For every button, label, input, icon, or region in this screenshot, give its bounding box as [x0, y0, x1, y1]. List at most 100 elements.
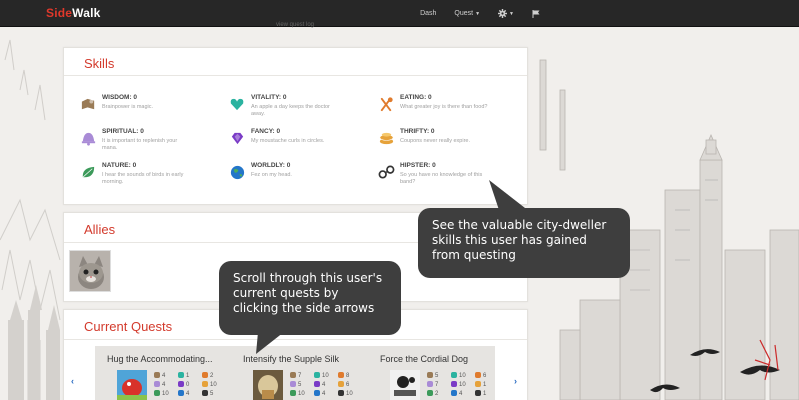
stat-value: 10 [459, 382, 466, 388]
stat-icon [314, 381, 320, 387]
nav-dash-label: Dash [420, 10, 437, 17]
skill-name: WORLDLY: 0 [251, 162, 291, 169]
skill-description: Fez on my head. [251, 172, 292, 178]
skill-name: NATURE: 0 [102, 162, 137, 169]
quest-stat: 4 [154, 381, 165, 388]
quests-title: Current Quests [84, 319, 173, 334]
stat-value: 10 [298, 391, 305, 397]
stat-value: 7 [298, 373, 302, 379]
fork-spoon-icon [380, 97, 393, 112]
stat-icon [178, 372, 184, 378]
nav-quest-dropdown[interactable]: Quest ▼ [445, 0, 489, 27]
skills-panel: Skills WISDOM: 0 Brainpower is magic. VITA… [63, 47, 528, 205]
stat-value: 4 [186, 391, 190, 397]
quest-thumbnail [117, 370, 147, 400]
quest-stat: 10 [154, 390, 169, 397]
quest-card[interactable]: Force the Cordial Dog 5 10 6 7 10 1 2 4 1 [380, 346, 510, 400]
stat-value: 4 [322, 391, 326, 397]
stat-icon [475, 381, 481, 387]
stat-value: 5 [298, 382, 302, 388]
quest-stat: 1 [475, 390, 486, 397]
stat-value: 1 [483, 391, 487, 397]
skill-item: FANCY: 0 My moustache curls in circles. [229, 128, 369, 158]
nav-quest-label: Quest [454, 10, 474, 17]
cat-avatar-icon [70, 251, 110, 291]
stat-icon [451, 390, 457, 396]
skill-item: THRIFTY: 0 Coupons never really expire. [378, 128, 518, 158]
carousel-next-arrow[interactable]: › [514, 376, 517, 386]
carousel-prev-arrow[interactable]: ‹ [71, 376, 74, 386]
quest-stat: 4 [154, 372, 165, 379]
stat-value: 4 [162, 382, 166, 388]
stat-value: 10 [459, 373, 466, 379]
quest-stat: 6 [338, 381, 349, 388]
quest-stat: 1 [178, 372, 189, 379]
skill-name: EATING: 0 [400, 94, 432, 101]
stat-value: 4 [322, 382, 326, 388]
stat-icon [154, 372, 160, 378]
divider [64, 339, 527, 340]
skills-tooltip: See the valuable city-dweller skills thi… [418, 208, 630, 278]
gear-icon [498, 9, 508, 18]
stat-value: 10 [162, 391, 169, 397]
stat-icon [178, 381, 184, 387]
quest-stat: 4 [178, 390, 189, 397]
quest-stat: 2 [202, 372, 213, 379]
quest-log-link[interactable]: view quest log [276, 22, 314, 28]
stat-value: 6 [346, 382, 350, 388]
tooltip-tail [256, 332, 284, 354]
quest-stat: 2 [427, 390, 438, 397]
quest-stat: 7 [427, 381, 438, 388]
settings-dropdown[interactable]: ▼ [489, 0, 523, 27]
stat-icon [338, 390, 344, 396]
stat-icon [475, 390, 481, 396]
quest-title: Intensify the Supple Silk [243, 354, 340, 364]
skills-tooltip-text: See the valuable city-dweller skills thi… [432, 218, 607, 262]
quest-stat: 6 [475, 372, 486, 379]
gem-icon [231, 132, 244, 145]
caret-down-icon: ▼ [509, 10, 514, 17]
stat-icon [290, 390, 296, 396]
stat-value: 10 [346, 391, 353, 397]
stat-icon [290, 372, 296, 378]
quest-title: Hug the Accommodating... [107, 354, 213, 364]
skill-item: WISDOM: 0 Brainpower is magic. [80, 94, 220, 124]
brand-suffix: Walk [72, 6, 101, 20]
quest-stat: 7 [290, 372, 301, 379]
tooltip-tail [489, 180, 525, 210]
quest-card[interactable]: Hug the Accommodating... 4 1 2 4 0 10 10 4 5 [107, 346, 237, 400]
skill-name: VITALITY: 0 [251, 94, 287, 101]
stat-icon [154, 390, 160, 396]
ally-avatar[interactable] [69, 250, 111, 292]
stat-icon [451, 372, 457, 378]
skill-description: Brainpower is magic. [102, 104, 154, 110]
quest-thumbnail [390, 370, 420, 400]
stat-value: 2 [210, 373, 214, 379]
stat-icon [427, 372, 433, 378]
quest-stat: 0 [178, 381, 189, 388]
flag-button[interactable] [523, 0, 549, 27]
quest-stat: 5 [202, 390, 213, 397]
quest-stat: 10 [338, 390, 353, 397]
quest-stat: 5 [290, 381, 301, 388]
skill-item: EATING: 0 What greater joy is there than … [378, 94, 518, 124]
top-navbar: SideWalk Dash Quest ▼ ▼ [0, 0, 799, 27]
nav-dash-link[interactable]: Dash [411, 0, 445, 27]
stat-value: 1 [186, 373, 190, 379]
quest-card[interactable]: Intensify the Supple Silk 7 10 8 5 4 6 10 4 10 [243, 346, 373, 400]
quest-carousel: Hug the Accommodating... 4 1 2 4 0 10 10 4 5 Inten… [95, 346, 495, 400]
quest-stat: 1 [475, 381, 486, 388]
skill-name: FANCY: 0 [251, 128, 281, 135]
coins-icon [379, 132, 394, 145]
stat-icon [475, 372, 481, 378]
quest-stat: 4 [314, 381, 325, 388]
stat-icon [451, 381, 457, 387]
stat-value: 0 [186, 382, 190, 388]
skill-description: Coupons never really expire. [400, 138, 471, 144]
skill-description: It is important to replenish your mana. [102, 138, 178, 151]
stat-value: 6 [483, 373, 487, 379]
quest-stat: 5 [427, 372, 438, 379]
brand-logo[interactable]: SideWalk [46, 6, 101, 20]
skills-title: Skills [84, 56, 115, 71]
leaf-icon [82, 166, 95, 178]
